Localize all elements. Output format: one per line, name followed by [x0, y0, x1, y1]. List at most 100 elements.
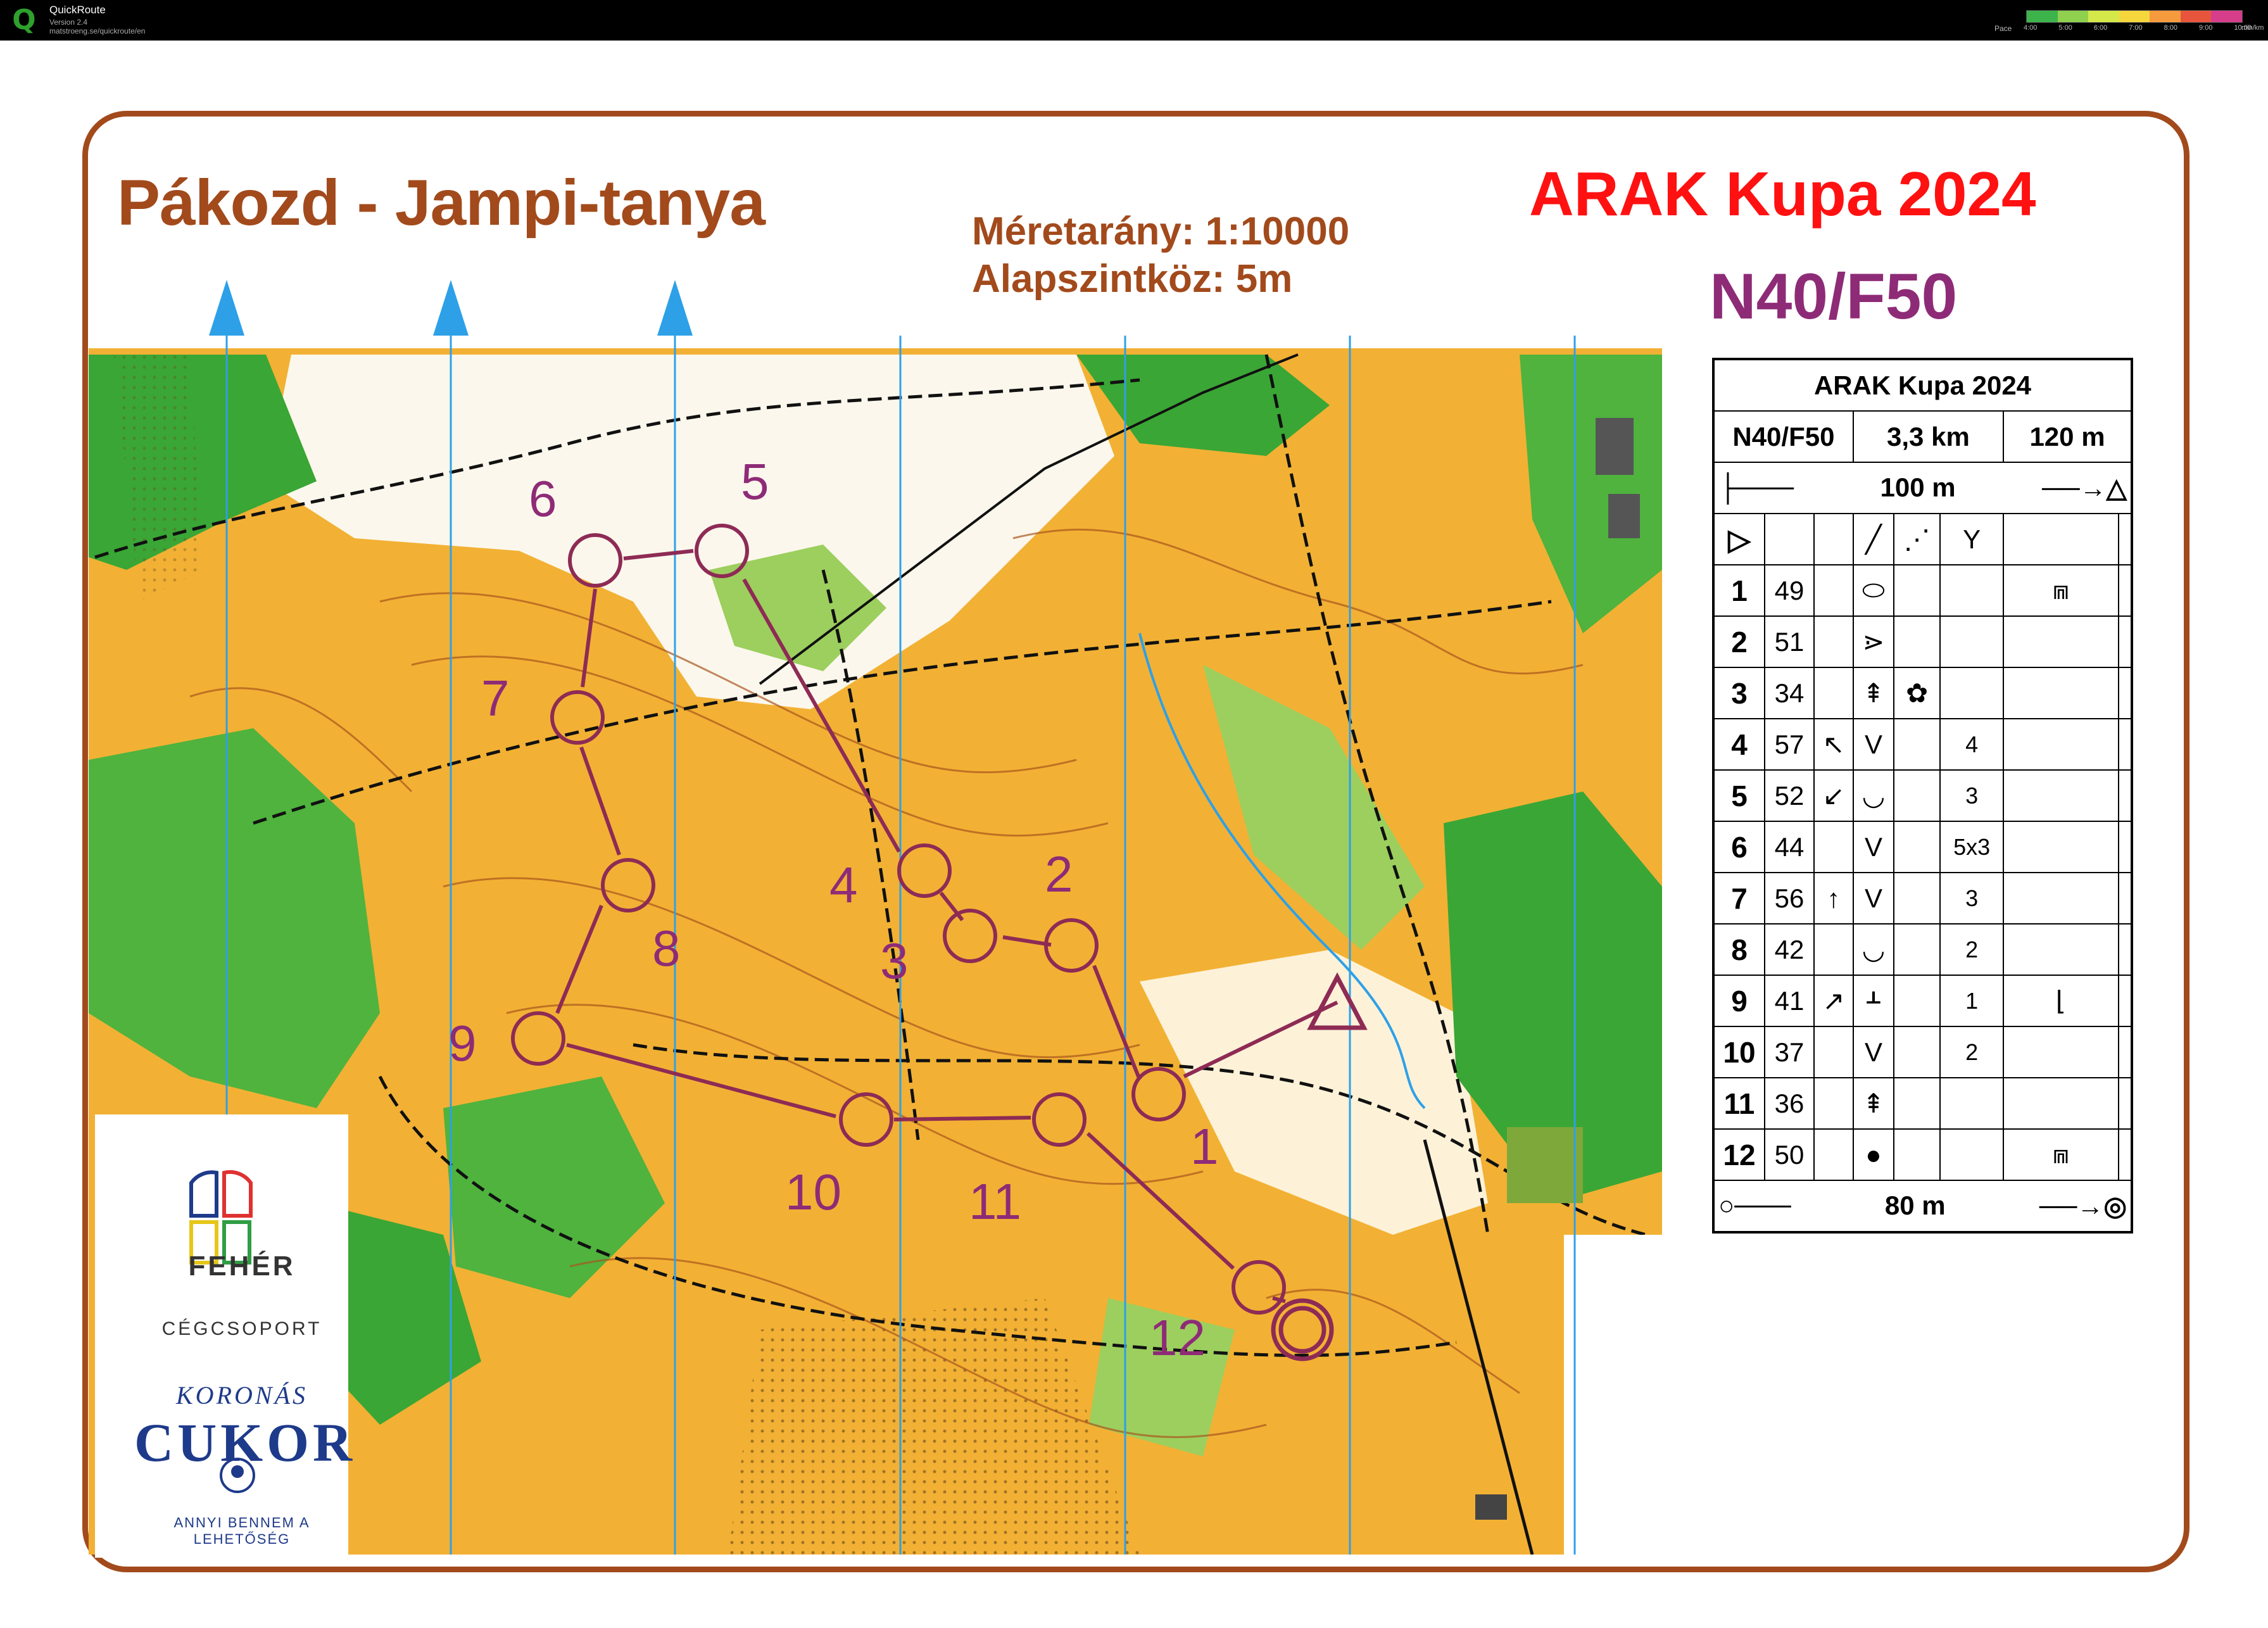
v-icon: V	[1852, 821, 1895, 873]
finish-marking-row: ○─── 80 m ──→◎	[1713, 1180, 2133, 1233]
control-label-7: 7	[481, 670, 510, 726]
start-col-h	[2117, 513, 2133, 565]
control-code: 37	[1764, 1026, 1815, 1078]
control-code: 56	[1764, 872, 1815, 924]
direction-symbol	[1813, 1128, 1854, 1181]
card-title: ARAK Kupa 2024	[1713, 358, 2133, 412]
control-number: 11	[1713, 1077, 1765, 1130]
finish-start-circle-icon: ○───	[1718, 1190, 1791, 1220]
dimension-value: 2	[1939, 1026, 2005, 1078]
location-symbol	[2003, 872, 2119, 924]
dimension-value	[1939, 1128, 2005, 1181]
control-row-9: 9 41 ↗ ᚆ 1 ⌊	[1713, 975, 2133, 1027]
corner-icon: ⌊	[2003, 975, 2119, 1027]
sponsor-feher-name: FEHÉR	[188, 1251, 296, 1282]
control-row-7: 7 56 ↑ V 3	[1713, 872, 2133, 924]
location-symbol	[2003, 769, 2119, 822]
card-category: N40/F50	[1713, 410, 1854, 463]
card-climb: 120 m	[2003, 410, 2133, 463]
extra-column	[2117, 667, 2133, 719]
arrow-sw-icon: ↙	[1813, 769, 1854, 822]
control-number: 9	[1713, 975, 1765, 1027]
control-label-6: 6	[529, 470, 557, 527]
control-row-8: 8 42 ◡ 2	[1713, 923, 2133, 976]
control-row-4: 4 57 ↖ V 4	[1713, 718, 2133, 771]
arrow-nw-icon: ↖	[1813, 718, 1854, 771]
finish-marking-distance: 80 m	[1884, 1190, 1946, 1220]
extra-column	[2117, 769, 2133, 822]
control-number: 10	[1713, 1026, 1765, 1078]
control-label-4: 4	[829, 857, 858, 913]
control-code: 42	[1764, 923, 1815, 976]
direction-symbol	[1813, 821, 1854, 873]
control-row-5: 5 52 ↙ ◡ 3	[1713, 769, 2133, 822]
direction-symbol	[1813, 667, 1854, 719]
rake-icon: ᚆ	[1852, 975, 1895, 1027]
detail-symbol	[1893, 1077, 1941, 1130]
sponsor-cukor-slogan: ANNYI BENNEM A LEHETŐSÉG	[173, 1515, 310, 1547]
direction-symbol	[1813, 1077, 1854, 1130]
marked-route-start-icon: ├───	[1718, 472, 1794, 502]
map-title: Pákozd - Jampi-tanya	[117, 167, 765, 239]
dimension-value: 3	[1939, 872, 2005, 924]
control-row-1: 1 49 ⬭ ⩎	[1713, 564, 2133, 617]
control-row-3: 3 34 ⇞ ✿	[1713, 667, 2133, 719]
control-label-5: 5	[741, 453, 769, 510]
dimension-value	[1939, 564, 2005, 617]
control-label-3: 3	[880, 933, 909, 989]
start-icon: ▷	[1713, 513, 1765, 565]
control-code: 50	[1764, 1128, 1815, 1181]
control-label-1: 1	[1190, 1118, 1219, 1175]
control-label-11: 11	[969, 1173, 1021, 1230]
dimension-value: 4	[1939, 718, 2005, 771]
control-label-10: 10	[785, 1164, 841, 1220]
location-symbol	[2003, 718, 2119, 771]
crossing-icon: ╱	[1852, 513, 1895, 565]
control-number: 3	[1713, 667, 1765, 719]
control-row-10: 10 37 V 2	[1713, 1026, 2133, 1078]
detail-symbol	[1893, 975, 1941, 1027]
control-number: 7	[1713, 872, 1765, 924]
detail-symbol	[1893, 718, 1941, 771]
extra-column	[2117, 1026, 2133, 1078]
control-label-8: 8	[652, 920, 681, 976]
card-length: 3,3 km	[1852, 410, 2005, 463]
v-icon: V	[1852, 718, 1895, 771]
extra-column	[2117, 872, 2133, 924]
detail-symbol	[1893, 564, 1941, 617]
control-code: 34	[1764, 667, 1815, 719]
start-col-b	[1764, 513, 1815, 565]
tower-icon: ⩎	[2003, 1128, 2119, 1181]
control-number: 8	[1713, 923, 1765, 976]
detail-symbol	[1893, 1128, 1941, 1181]
control-label-2: 2	[1045, 846, 1073, 902]
control-description-card: ARAK Kupa 2024 N40/F50 3,3 km 120 m ├───…	[1712, 358, 2133, 1234]
arrow-ne-icon: ↗	[1813, 975, 1854, 1027]
tree-icon: ⇞	[1852, 1077, 1895, 1130]
control-code: 36	[1764, 1077, 1815, 1130]
control-number: 2	[1713, 615, 1765, 668]
dashed-crossing-icon: ⋰	[1893, 513, 1941, 565]
sponsor-feher-subtitle: CÉGCSOPORT	[161, 1318, 322, 1339]
control-row-11: 11 36 ⇞	[1713, 1077, 2133, 1130]
control-number: 4	[1713, 718, 1765, 771]
arrow-n-icon: ↑	[1813, 872, 1854, 924]
event-title: ARAK Kupa 2024	[1529, 159, 2036, 229]
dimension-value: 1	[1939, 975, 2005, 1027]
map-scale: Méretarány: 1:10000	[972, 210, 1350, 253]
start-marking-row: ├─── 100 m ──→△	[1713, 462, 2133, 514]
detail-symbol	[1893, 1026, 1941, 1078]
tree-icon: ⇞	[1852, 667, 1895, 719]
dot-triangle-icon: ⋗	[1852, 615, 1895, 668]
location-symbol	[2003, 923, 2119, 976]
control-row-6: 6 44 V 5x3	[1713, 821, 2133, 873]
control-row-12: 12 50 ● ⩎	[1713, 1128, 2133, 1181]
control-label-12: 12	[1149, 1309, 1206, 1366]
dimension-value	[1939, 1077, 2005, 1130]
extra-column	[2117, 1077, 2133, 1130]
dimension-value: 2	[1939, 923, 2005, 976]
control-number: 5	[1713, 769, 1765, 822]
dimension-value	[1939, 667, 2005, 719]
ellipse-icon: ⬭	[1852, 564, 1895, 617]
direction-symbol	[1813, 923, 1854, 976]
